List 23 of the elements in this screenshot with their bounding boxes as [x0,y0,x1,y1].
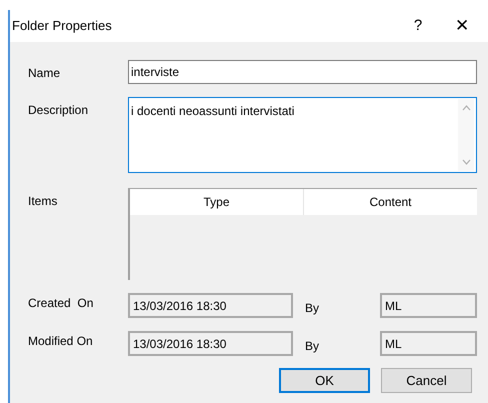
scrollbar[interactable] [458,99,474,171]
date-field: 13/03/2016 18:30 [128,293,293,318]
scroll-down-icon[interactable] [462,159,470,165]
field-label: Created On [28,295,94,312]
help-button[interactable]: ? [406,14,430,38]
author-field: ML [380,331,477,356]
column-header[interactable]: Content [304,189,477,215]
field-label: Modified On [28,333,94,350]
ok-button[interactable]: OK [279,368,370,393]
description-field[interactable]: i docenti neoassunti intervistati [128,97,477,173]
field-label: Name [28,65,62,82]
cancel-button[interactable]: Cancel [381,368,472,393]
field-label: By [304,300,320,317]
window-title: Folder Properties [12,17,112,36]
field-label: By [304,338,320,355]
field-label: Items [28,193,58,210]
field-label: Description [28,102,90,119]
author-field: ML [380,293,477,318]
date-field: 13/03/2016 18:30 [128,331,293,356]
column-header[interactable]: Type [130,189,304,215]
scroll-up-icon[interactable] [462,105,470,111]
close-button[interactable]: ✕ [450,13,474,39]
name-field[interactable]: interviste [128,60,477,84]
